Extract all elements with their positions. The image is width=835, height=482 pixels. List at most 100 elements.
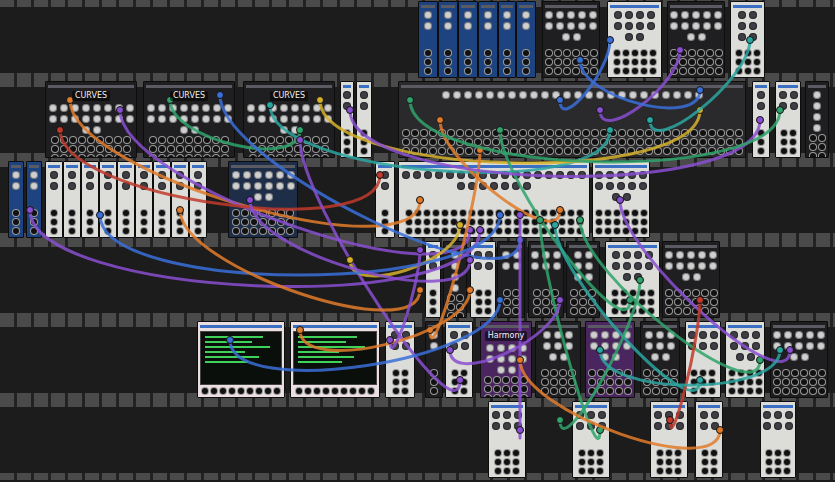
knob[interactable] — [115, 115, 123, 123]
jack[interactable] — [485, 50, 491, 56]
cable[interactable] — [517, 357, 724, 449]
knob[interactable] — [486, 91, 494, 99]
jack[interactable] — [204, 146, 210, 152]
jack[interactable] — [476, 308, 482, 314]
jack[interactable] — [573, 50, 579, 56]
jack[interactable] — [233, 210, 239, 216]
jack[interactable] — [513, 459, 519, 465]
jack[interactable] — [415, 210, 421, 216]
jack[interactable] — [632, 219, 638, 225]
jack[interactable] — [350, 388, 356, 394]
knob[interactable] — [93, 115, 101, 123]
knob[interactable] — [590, 342, 598, 350]
knob[interactable] — [741, 331, 749, 339]
knob[interactable] — [343, 102, 351, 110]
jack[interactable] — [415, 228, 421, 234]
jack[interactable] — [583, 139, 589, 145]
jack[interactable] — [589, 370, 595, 376]
jack[interactable] — [551, 370, 557, 376]
jack[interactable] — [644, 370, 650, 376]
knob[interactable] — [424, 22, 432, 30]
jack[interactable] — [790, 148, 796, 154]
jack[interactable] — [592, 148, 598, 154]
jack[interactable] — [250, 137, 256, 143]
jack[interactable] — [664, 148, 670, 154]
jack[interactable] — [653, 370, 659, 376]
jack[interactable] — [729, 379, 735, 385]
cable[interactable] — [27, 207, 484, 287]
jack[interactable] — [259, 155, 265, 158]
knob[interactable] — [587, 411, 595, 419]
jack[interactable] — [718, 130, 724, 136]
jack[interactable] — [61, 155, 67, 158]
jack[interactable] — [274, 388, 280, 394]
rack-module[interactable] — [445, 321, 473, 398]
knob[interactable] — [176, 182, 184, 190]
jack[interactable] — [619, 130, 625, 136]
rack-module[interactable] — [385, 321, 415, 398]
jack[interactable] — [671, 50, 677, 56]
jack[interactable] — [700, 379, 706, 385]
knob[interactable] — [700, 422, 708, 430]
knob[interactable] — [560, 353, 568, 361]
rack-module[interactable] — [171, 161, 189, 238]
jack[interactable] — [204, 137, 210, 143]
knob[interactable] — [567, 22, 575, 30]
knob[interactable] — [531, 262, 539, 270]
jack[interactable] — [287, 228, 293, 234]
cable[interactable] — [97, 212, 504, 276]
knob[interactable] — [576, 411, 584, 419]
rack-module[interactable] — [566, 241, 600, 318]
jack[interactable] — [448, 295, 454, 301]
knob[interactable] — [360, 91, 368, 99]
knob[interactable] — [402, 342, 410, 350]
knob[interactable] — [50, 171, 58, 179]
knob[interactable] — [687, 33, 695, 41]
jack[interactable] — [412, 130, 418, 136]
jack[interactable] — [448, 304, 454, 310]
knob[interactable] — [567, 11, 575, 19]
jack[interactable] — [476, 299, 482, 305]
jack[interactable] — [543, 290, 549, 296]
jack[interactable] — [451, 210, 457, 216]
jack[interactable] — [487, 219, 493, 225]
jack[interactable] — [382, 210, 388, 216]
knob[interactable] — [785, 422, 793, 430]
knob[interactable] — [617, 171, 625, 179]
rack-module[interactable] — [662, 241, 720, 318]
knob[interactable] — [813, 102, 821, 110]
jack[interactable] — [564, 50, 570, 56]
jack[interactable] — [574, 130, 580, 136]
jack[interactable] — [592, 130, 598, 136]
cable[interactable] — [247, 197, 474, 282]
knob[interactable] — [711, 422, 719, 430]
rack-module[interactable] — [228, 161, 298, 238]
knob[interactable] — [360, 102, 368, 110]
jack[interactable] — [487, 228, 493, 234]
knob[interactable] — [699, 342, 707, 350]
cable[interactable] — [647, 37, 754, 131]
jack[interactable] — [646, 130, 652, 136]
knob[interactable] — [126, 115, 134, 123]
jack[interactable] — [485, 377, 491, 383]
jack[interactable] — [51, 219, 57, 225]
jack[interactable] — [736, 148, 742, 154]
jack[interactable] — [361, 130, 367, 136]
knob[interactable] — [553, 251, 561, 259]
jack[interactable] — [52, 146, 58, 152]
knob[interactable] — [501, 171, 509, 179]
knob[interactable] — [784, 331, 792, 339]
jack[interactable] — [513, 299, 519, 305]
jack[interactable] — [597, 459, 603, 465]
knob[interactable] — [269, 115, 277, 123]
knob[interactable] — [595, 171, 603, 179]
jack[interactable] — [601, 139, 607, 145]
jack[interactable] — [513, 308, 519, 314]
jack[interactable] — [448, 148, 454, 154]
knob[interactable] — [752, 331, 760, 339]
jack[interactable] — [79, 146, 85, 152]
jack[interactable] — [168, 137, 174, 143]
knob[interactable] — [450, 342, 458, 350]
knob[interactable] — [543, 342, 551, 350]
jack[interactable] — [412, 139, 418, 145]
